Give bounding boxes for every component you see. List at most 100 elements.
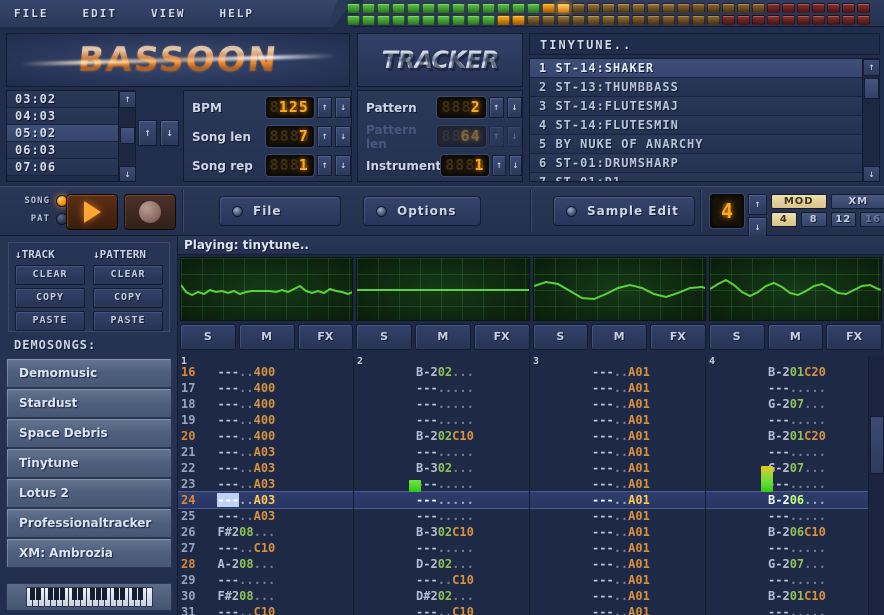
note-cell[interactable]: ---	[217, 573, 239, 587]
instrument-cell[interactable]: ..	[614, 541, 628, 555]
song-param-display[interactable]: 8888125	[266, 97, 314, 118]
pattern-row[interactable]: ---..C10	[354, 604, 529, 615]
pattern-row[interactable]: 19---..400	[178, 412, 353, 428]
effect-cell[interactable]: C10	[452, 525, 474, 539]
effect-cell[interactable]: ...	[452, 589, 474, 603]
note-cell[interactable]: B-2	[768, 493, 790, 507]
note-cell[interactable]: B-2	[768, 525, 790, 539]
song-title-display[interactable]: TINYTUNE..	[529, 33, 880, 55]
piano-black-key[interactable]	[102, 588, 107, 600]
order-scroll-down-button[interactable]: ↓	[119, 166, 136, 182]
pattern-row[interactable]: ---..A01	[530, 444, 705, 460]
instrument-cell[interactable]: ..	[239, 413, 253, 427]
pattern-row[interactable]: ---..A01	[530, 572, 705, 588]
instrument-cell[interactable]: ..	[790, 445, 804, 459]
pattern-row[interactable]: ---.....	[706, 380, 884, 396]
sample-list-item[interactable]: 6 ST-01:DRUMSHARP	[530, 154, 879, 173]
effect-cell[interactable]: A01	[628, 461, 650, 475]
instrument-cell[interactable]: 08	[239, 557, 253, 571]
instrument-cell[interactable]: 02	[438, 365, 452, 379]
effect-cell[interactable]: ...	[452, 557, 474, 571]
sample-list[interactable]: 1 ST-14:SHAKER2 ST-13:THUMBBASS3 ST-14:F…	[529, 58, 880, 182]
effect-cell[interactable]: ...	[804, 557, 826, 571]
pattern-row[interactable]: 26F#208...	[178, 524, 353, 540]
instrument-cell[interactable]: ..	[438, 541, 452, 555]
note-cell[interactable]: B-2	[768, 365, 790, 379]
pattern-row[interactable]: 20---..400	[178, 428, 353, 444]
pattern-row[interactable]: 23---..A03	[178, 476, 353, 492]
note-cell[interactable]: ---	[217, 397, 239, 411]
pattern-row[interactable]: B-201C20	[706, 428, 884, 444]
note-cell[interactable]: ---	[416, 605, 438, 615]
effect-cell[interactable]: A01	[628, 413, 650, 427]
song-param-display[interactable]: 88887	[266, 126, 314, 147]
instrument-cell[interactable]: 08	[239, 525, 253, 539]
note-cell[interactable]: G-2	[768, 397, 790, 411]
pattern-row[interactable]: 17---..400	[178, 380, 353, 396]
pattern-row[interactable]: 24---..A03	[178, 492, 353, 508]
instrument-cell[interactable]: ..	[790, 381, 804, 395]
channel-count-up-button[interactable]: ↑	[748, 194, 767, 215]
song-order-list[interactable]: 03:0204:0305:0206:0307:06 ↑ ↓	[6, 90, 136, 182]
effect-cell[interactable]: C10	[254, 541, 276, 555]
effect-cell[interactable]: A03	[254, 509, 276, 523]
pattern-row[interactable]: B-206...	[706, 492, 884, 508]
menu-item-help[interactable]: HELP	[220, 7, 255, 20]
piano-black-key[interactable]	[48, 588, 53, 600]
pattern-row[interactable]: B-202C10	[354, 428, 529, 444]
channel-2-m-button[interactable]: M	[415, 324, 471, 350]
pattern-row[interactable]: ---.....	[354, 540, 529, 556]
effect-cell[interactable]: A01	[628, 541, 650, 555]
instrument-cell[interactable]: ..	[438, 397, 452, 411]
instrument-cell[interactable]: ..	[438, 413, 452, 427]
pattern-row[interactable]: 21---..A03	[178, 444, 353, 460]
instrument-cell[interactable]: ..	[239, 429, 253, 443]
pattern-scroll-thumb[interactable]	[870, 416, 884, 474]
instrument-cell[interactable]: ..	[790, 413, 804, 427]
menu-item-view[interactable]: VIEW	[151, 7, 186, 20]
sample-list-item[interactable]: 3 ST-14:FLUTESMAJ	[530, 97, 879, 116]
note-cell[interactable]: ---	[592, 461, 614, 475]
note-cell[interactable]: ---	[768, 573, 790, 587]
effect-cell[interactable]: ...	[254, 557, 276, 571]
instrument-cell[interactable]: ..	[438, 493, 452, 507]
instrument-cell[interactable]: ..	[239, 397, 253, 411]
note-cell[interactable]: ---	[592, 429, 614, 443]
instrument-cell[interactable]: ..	[790, 477, 804, 491]
sample-scroll-up-button[interactable]: ↑	[863, 59, 880, 76]
effect-cell[interactable]: 400	[254, 413, 276, 427]
pattern-row[interactable]: ---.....	[354, 508, 529, 524]
instrument-cell[interactable]: ..	[239, 381, 253, 395]
note-cell[interactable]: B-2	[768, 589, 790, 603]
piano-black-key[interactable]	[60, 588, 65, 600]
instrument-cell[interactable]: 02	[438, 557, 452, 571]
channel-count-down-button[interactable]: ↓	[748, 217, 767, 238]
pattern-row[interactable]: 25---..A03	[178, 508, 353, 524]
note-cell[interactable]: B-3	[416, 525, 438, 539]
note-cell[interactable]: ---	[416, 573, 438, 587]
channel-2-s-button[interactable]: S	[356, 324, 412, 350]
instrument-cell[interactable]: ..	[614, 461, 628, 475]
effect-cell[interactable]: A01	[628, 509, 650, 523]
note-cell[interactable]: ---	[592, 493, 614, 507]
sample-list-item[interactable]: 4 ST-14:FLUTESMIN	[530, 116, 879, 135]
file-button[interactable]: File	[219, 196, 341, 226]
pattern-row[interactable]: 30F#208...	[178, 588, 353, 604]
effect-cell[interactable]: A01	[628, 525, 650, 539]
note-cell[interactable]: ---	[768, 605, 790, 615]
effect-cell[interactable]: ...	[804, 413, 826, 427]
pattern-row[interactable]: G-207...	[706, 460, 884, 476]
effect-cell[interactable]: ...	[452, 461, 474, 475]
pattern-param-display[interactable]: 88882	[437, 97, 485, 118]
pattern-track-1[interactable]: 116---..40017---..40018---..40019---..40…	[178, 356, 354, 615]
effect-cell[interactable]: ...	[452, 509, 474, 523]
pattern-row[interactable]: ---.....	[706, 540, 884, 556]
format-button-xm[interactable]: XM	[831, 194, 884, 209]
pattern-row[interactable]: ---..A01	[530, 524, 705, 540]
pattern-row[interactable]: ---..C10	[354, 572, 529, 588]
song-param-display[interactable]: 88881	[266, 155, 314, 176]
instrument-cell[interactable]: 02	[438, 461, 452, 475]
instrument-cell[interactable]: ..	[614, 557, 628, 571]
order-list-row[interactable]: 06:03	[7, 142, 135, 159]
note-cell[interactable]: ---	[592, 413, 614, 427]
